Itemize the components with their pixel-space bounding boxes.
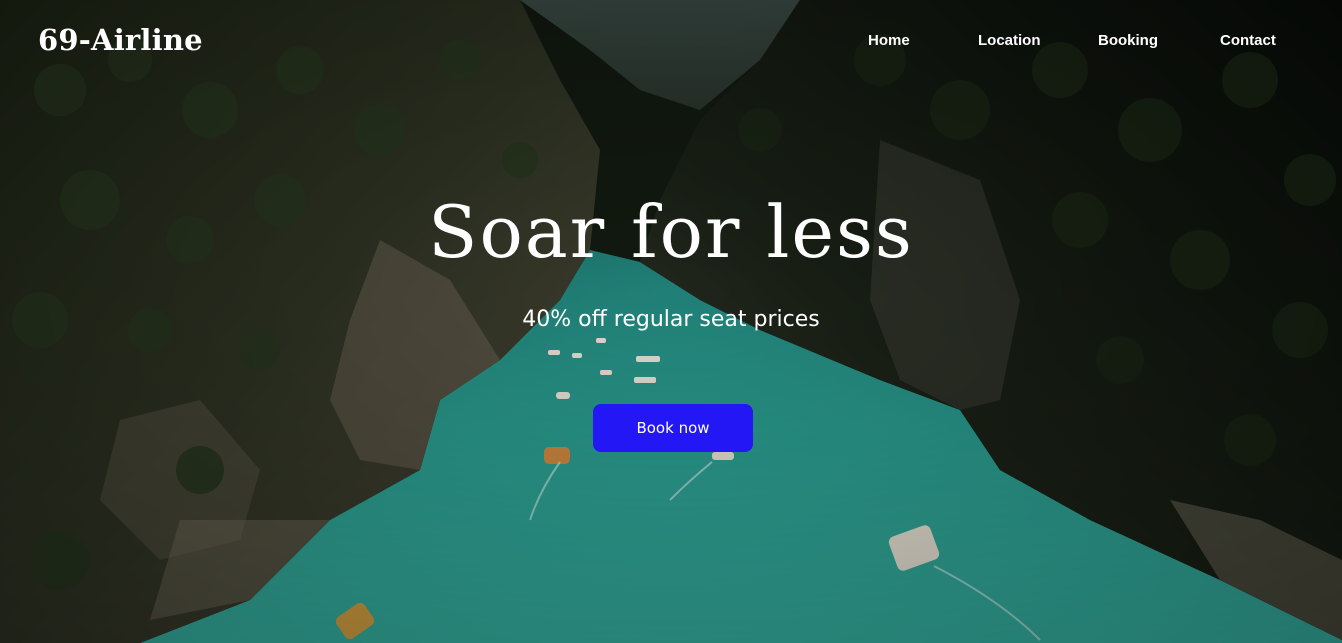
site-logo[interactable]: 69-Airline	[38, 20, 203, 60]
nav-link-location[interactable]: Location	[978, 28, 1041, 54]
nav-link-contact[interactable]: Contact	[1220, 28, 1276, 54]
nav-link-home[interactable]: Home	[868, 28, 910, 54]
hero-section: 69-Airline Home Location Booking Contact…	[0, 0, 1342, 643]
nav-link-booking[interactable]: Booking	[1098, 28, 1158, 54]
top-navigation: 69-Airline Home Location Booking Contact	[0, 0, 1342, 82]
book-now-button[interactable]: Book now	[593, 404, 753, 452]
hero-headline: Soar for less	[428, 190, 914, 274]
hero-subheadline: 40% off regular seat prices	[522, 307, 820, 332]
